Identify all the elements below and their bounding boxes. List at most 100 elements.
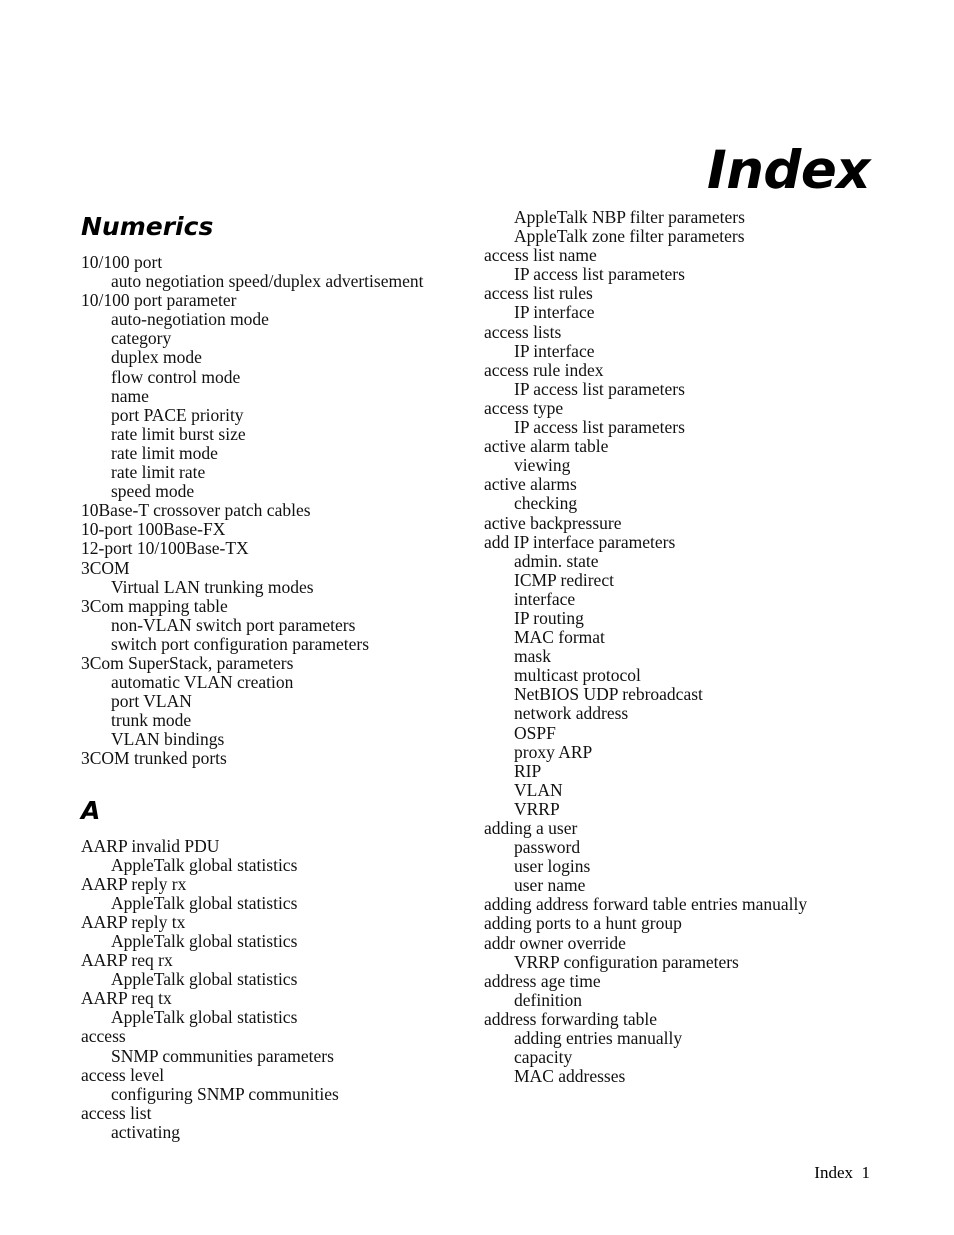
index-entry[interactable]: AARP invalid PDU (81, 836, 481, 856)
index-section: Numerics 10/100 port auto negotiation spee… (81, 214, 481, 769)
index-subentry[interactable]: speed mode (81, 482, 481, 501)
index-subentry[interactable]: VRRP (484, 799, 884, 819)
index-entry[interactable]: 3COM (81, 558, 481, 578)
index-entry[interactable]: AARP req rx (81, 950, 481, 970)
index-entry[interactable]: 12-port 10/100Base-TX (81, 539, 481, 558)
index-subentry[interactable]: name (81, 386, 481, 406)
index-subentry[interactable]: trunk mode (81, 711, 481, 730)
index-entry[interactable]: 3COM trunked ports (81, 749, 481, 768)
index-subentry[interactable]: proxy ARP (484, 742, 884, 762)
index-subentry[interactable]: duplex mode (81, 348, 481, 367)
index-subentry[interactable]: automatic VLAN creation (81, 672, 481, 692)
index-subentry[interactable]: NetBIOS UDP rebroadcast (484, 685, 884, 704)
index-entry[interactable]: adding ports to a hunt group (484, 914, 884, 933)
index-subentry[interactable]: viewing (484, 456, 884, 475)
index-subentry[interactable]: switch port configuration parameters (81, 634, 481, 654)
index-subentry[interactable]: user name (484, 876, 884, 895)
index-subentry[interactable]: IP access list parameters (484, 265, 884, 284)
index-subentry[interactable]: mask (484, 647, 884, 666)
index-subentry[interactable]: IP interface (484, 303, 884, 322)
index-subentry[interactable]: flow control mode (81, 367, 481, 387)
index-entry[interactable]: 10-port 100Base-FX (81, 520, 481, 539)
index-subentry[interactable]: capacity (484, 1048, 884, 1067)
index-section-heading: Numerics (81, 212, 214, 241)
index-entry[interactable]: access lists (484, 322, 884, 342)
index-entry-list: AppleTalk NBP filter parameters AppleTalk… (484, 207, 884, 1086)
index-entry[interactable]: access list (81, 1103, 481, 1123)
index-subentry[interactable]: activating (81, 1122, 481, 1142)
index-entry[interactable]: adding a user (484, 818, 884, 838)
index-subentry[interactable]: AppleTalk global statistics (81, 1008, 481, 1027)
index-entry[interactable]: access list rules (484, 284, 884, 303)
index-subentry[interactable]: RIP (484, 761, 884, 781)
index-subentry[interactable]: VLAN bindings (81, 730, 481, 749)
index-subentry[interactable]: SNMP communities parameters (81, 1046, 481, 1066)
index-entry[interactable]: AARP req tx (81, 989, 481, 1008)
index-entry[interactable]: active alarms (484, 475, 884, 494)
index-entry[interactable]: adding address forward table entries man… (484, 895, 884, 914)
index-subentry[interactable]: category (81, 329, 481, 348)
index-subentry[interactable]: AppleTalk zone filter parameters (484, 226, 884, 246)
index-entry[interactable]: access type (484, 398, 884, 418)
index-subentry[interactable]: AppleTalk global statistics (81, 970, 481, 989)
index-subentry[interactable]: admin. state (484, 551, 884, 571)
index-subentry[interactable]: auto negotiation speed/duplex advertisem… (81, 271, 481, 291)
index-entry-list: AARP invalid PDU AppleTalk global statist… (81, 836, 481, 1143)
index-subentry[interactable]: non-VLAN switch port parameters (81, 615, 481, 635)
index-subentry[interactable]: configuring SNMP communities (81, 1084, 481, 1104)
page-title: Index (706, 139, 871, 201)
index-subentry[interactable]: multicast protocol (484, 666, 884, 685)
index-subentry[interactable]: port PACE priority (81, 405, 481, 425)
index-subentry[interactable]: IP access list parameters (484, 379, 884, 399)
index-entry[interactable]: 10/100 port parameter (81, 291, 481, 310)
index-subentry[interactable]: MAC format (484, 627, 884, 647)
index-subentry[interactable]: auto-negotiation mode (81, 310, 481, 329)
index-section: A AARP invalid PDU AppleTalk global statis… (81, 798, 481, 1143)
index-subentry[interactable]: VLAN (484, 780, 884, 800)
index-subentry[interactable]: AppleTalk global statistics (81, 893, 481, 913)
index-subentry[interactable]: Virtual LAN trunking modes (81, 577, 481, 597)
index-subentry[interactable]: AppleTalk NBP filter parameters (484, 207, 884, 227)
index-subentry[interactable]: ICMP redirect (484, 570, 884, 590)
index-subentry[interactable]: adding entries manually (484, 1028, 884, 1048)
index-subentry[interactable]: AppleTalk global statistics (81, 931, 481, 951)
index-entry[interactable]: 3Com mapping table (81, 596, 481, 616)
index-entry[interactable]: address age time (484, 971, 884, 991)
folio-page-number: Index 1 (814, 1163, 870, 1182)
index-subentry[interactable]: password (484, 837, 884, 857)
index-subentry[interactable]: rate limit rate (81, 462, 481, 482)
index-entry[interactable]: 10Base-T crossover patch cables (81, 501, 481, 520)
index-entry[interactable]: 10/100 port (81, 252, 481, 272)
index-entry[interactable]: AARP reply tx (81, 912, 481, 932)
index-subentry[interactable]: checking (484, 494, 884, 513)
index-entry[interactable]: access list name (484, 246, 884, 265)
index-subentry[interactable]: interface (484, 589, 884, 609)
index-subentry[interactable]: VRRP configuration parameters (484, 952, 884, 972)
index-subentry[interactable]: rate limit burst size (81, 424, 481, 444)
index-subentry[interactable]: user logins (484, 857, 884, 876)
index-columns: Numerics 10/100 port auto negotiation spee… (0, 207, 954, 1141)
index-entry[interactable]: AARP reply rx (81, 874, 481, 894)
index-subentry[interactable]: OSPF (484, 723, 884, 743)
index-section: AppleTalk NBP filter parameters AppleTalk… (484, 207, 884, 1086)
index-entry[interactable]: 3Com SuperStack, parameters (81, 653, 481, 673)
index-entry[interactable]: active backpressure (484, 513, 884, 533)
index-entry[interactable]: access rule index (484, 360, 884, 380)
index-entry[interactable]: address forwarding table (484, 1009, 884, 1029)
index-subentry[interactable]: network address (484, 704, 884, 723)
index-subentry[interactable]: AppleTalk global statistics (81, 855, 481, 875)
index-subentry[interactable]: definition (484, 990, 884, 1010)
index-subentry[interactable]: rate limit mode (81, 443, 481, 463)
index-entry[interactable]: access level (81, 1065, 481, 1085)
index-subentry[interactable]: IP access list parameters (484, 417, 884, 437)
index-entry-list: 10/100 port auto negotiation speed/duplex… (81, 252, 481, 769)
index-subentry[interactable]: IP interface (484, 341, 884, 361)
index-entry[interactable]: active alarm table (484, 437, 884, 456)
index-section-heading: A (81, 795, 101, 825)
index-entry[interactable]: access (81, 1027, 481, 1046)
index-subentry[interactable]: MAC addresses (484, 1067, 884, 1086)
index-entry[interactable]: addr owner override (484, 933, 884, 953)
index-entry[interactable]: add IP interface parameters (484, 532, 884, 552)
index-subentry[interactable]: IP routing (484, 608, 884, 628)
index-subentry[interactable]: port VLAN (81, 692, 481, 711)
